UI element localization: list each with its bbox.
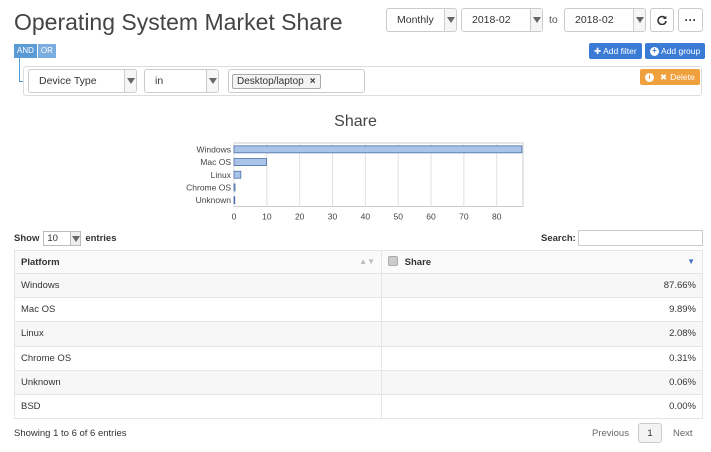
- info-icon: i: [645, 72, 654, 82]
- plus-circle-icon: +: [650, 46, 659, 56]
- delete-label: Delete: [670, 72, 695, 82]
- chevron-down-icon: [70, 232, 81, 245]
- to-label: to: [549, 14, 558, 26]
- chevron-down-icon: [444, 9, 456, 31]
- value-tag-label: Desktop/laptop: [237, 75, 304, 87]
- and-toggle[interactable]: AND: [14, 44, 37, 58]
- table-row: Windows 87.66%: [14, 272, 703, 299]
- share-cell: 0.00%: [381, 393, 703, 420]
- refresh-icon: [657, 15, 667, 25]
- platform-cell: Windows: [14, 272, 382, 299]
- page-title: Operating System Market Share: [14, 9, 343, 35]
- x-tick-label: 50: [393, 212, 403, 221]
- value-tag: Desktop/laptop ×: [232, 73, 321, 89]
- x-tick-label: 30: [328, 212, 338, 221]
- filter-field-select[interactable]: Device Type: [28, 69, 137, 93]
- plus-icon: ✚: [594, 45, 602, 56]
- x-tick-label: 60: [426, 212, 436, 221]
- category-label: Mac OS: [200, 157, 231, 167]
- show-label: Show: [14, 233, 40, 244]
- column-header-share[interactable]: Share ▼: [381, 250, 703, 274]
- share-cell: 2.08%: [381, 321, 703, 347]
- refresh-button[interactable]: [650, 8, 674, 32]
- chevron-down-icon: [124, 70, 136, 92]
- table-row: Unknown 0.06%: [14, 369, 703, 395]
- to-date-value: 2018-02: [575, 14, 614, 26]
- share-cell: 0.31%: [381, 345, 703, 371]
- table-row: Linux 2.08%: [14, 321, 703, 347]
- period-select[interactable]: Monthly: [386, 8, 457, 32]
- checkbox-icon: [388, 255, 398, 266]
- bar-chart: 0 10 20 30 40 50 60 70 80 Windows Mac OS Linux Chrom…: [186, 142, 524, 221]
- bar: [233, 145, 523, 154]
- platform-cell: Chrome OS: [14, 345, 382, 371]
- entries-value: 10: [47, 233, 58, 244]
- platform-cell: Unknown: [14, 369, 382, 395]
- filter-connector: [19, 58, 20, 81]
- search-label: Search:: [541, 233, 576, 244]
- column-label: Share: [404, 256, 432, 268]
- chart-title: Share: [334, 113, 377, 130]
- share-cell: 9.89%: [381, 297, 703, 323]
- filter-operator-value: in: [155, 75, 164, 87]
- category-label: Chrome OS: [186, 182, 231, 192]
- category-label: Windows: [197, 144, 231, 154]
- table-row: Chrome OS 0.31%: [14, 345, 703, 371]
- or-toggle[interactable]: OR: [37, 44, 56, 58]
- to-date-select[interactable]: 2018-02: [564, 8, 646, 32]
- add-group-label: Add group: [661, 46, 701, 56]
- delete-filter-button[interactable]: i ✖ Delete: [640, 69, 700, 85]
- x-tick-label: 40: [361, 212, 371, 221]
- bar: [233, 158, 267, 166]
- from-date-value: 2018-02: [472, 14, 511, 26]
- share-cell: 87.66%: [381, 272, 703, 299]
- column-header-platform[interactable]: Platform ▲▼: [14, 250, 382, 274]
- bar: [233, 183, 236, 192]
- platform-cell: BSD: [14, 393, 382, 420]
- table-row: BSD 0.00%: [14, 393, 703, 420]
- platform-cell: Linux: [14, 321, 382, 347]
- share-cell: 0.06%: [381, 369, 703, 395]
- table-header-row: Platform ▲▼ Share ▼: [14, 250, 703, 274]
- period-value: Monthly: [397, 14, 434, 26]
- x-tick-label: 20: [295, 212, 305, 221]
- search-input[interactable]: [578, 230, 703, 246]
- logic-toggle[interactable]: AND OR: [14, 44, 56, 58]
- next-button[interactable]: Next: [673, 428, 693, 439]
- table-info: Showing 1 to 6 of 6 entries: [14, 428, 127, 439]
- bar: [233, 170, 242, 179]
- filter-operator-select[interactable]: in: [144, 69, 219, 93]
- chevron-down-icon: [633, 9, 645, 31]
- data-table: Platform ▲▼ Share ▼ Windows 87.66% Mac OS 9…: [14, 250, 703, 420]
- add-group-button[interactable]: + Add group: [645, 43, 706, 59]
- chevron-down-icon: [530, 9, 542, 31]
- entries-select[interactable]: 10: [43, 231, 82, 246]
- page-button-1[interactable]: 1: [638, 423, 662, 443]
- x-tick-label: 0: [232, 212, 237, 221]
- x-tick-label: 70: [459, 212, 469, 221]
- column-label: Platform: [21, 256, 60, 268]
- category-label: Linux: [211, 170, 232, 180]
- from-date-select[interactable]: 2018-02: [461, 8, 543, 32]
- sort-descending-icon: ▼: [687, 256, 695, 266]
- filter-field-value: Device Type: [39, 75, 97, 87]
- chevron-down-icon: [206, 70, 218, 92]
- sort-icon: ▲▼: [359, 256, 375, 266]
- remove-tag-icon[interactable]: ×: [310, 76, 316, 87]
- more-button[interactable]: ···: [678, 8, 703, 32]
- close-icon: ✖: [660, 71, 668, 82]
- previous-button[interactable]: Previous: [592, 428, 629, 439]
- bar: [233, 196, 236, 205]
- more-icon: ···: [684, 13, 697, 27]
- platform-cell: Mac OS: [14, 297, 382, 323]
- entries-label: entries: [85, 233, 117, 244]
- add-filter-label: Add filter: [603, 46, 637, 56]
- table-row: Mac OS 9.89%: [14, 297, 703, 323]
- add-filter-button[interactable]: ✚ Add filter: [589, 43, 642, 59]
- x-tick-label: 80: [492, 212, 502, 221]
- entries-control: Show 10 entries: [14, 231, 117, 246]
- filter-value-input[interactable]: Desktop/laptop ×: [228, 69, 365, 93]
- category-label: Unknown: [196, 195, 232, 205]
- x-tick-label: 10: [262, 212, 272, 221]
